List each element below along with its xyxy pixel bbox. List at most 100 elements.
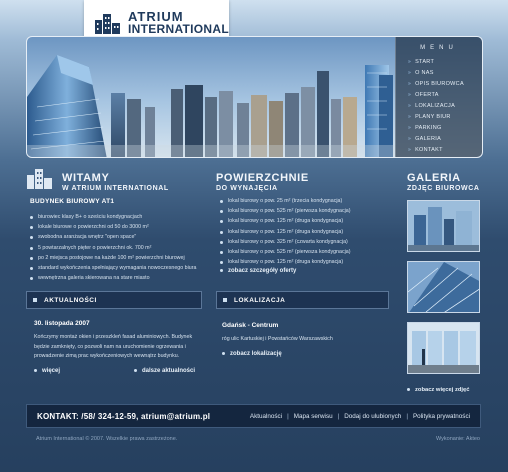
welcome-title: WITAMY xyxy=(62,172,110,184)
news-more-link[interactable]: więcej xyxy=(34,368,60,374)
list-item[interactable]: lokal biurowy o pow. 25 m² (trzecia kond… xyxy=(220,196,350,206)
building-logo-icon xyxy=(94,14,120,34)
more-photos-link[interactable]: zobacz więcej zdjęć xyxy=(407,387,469,393)
square-bullet-icon xyxy=(223,298,227,302)
footer-bar: KONTAKT: /58/ 324-12-59, atrium@atrium.p… xyxy=(26,404,481,428)
list-item[interactable]: lokal biurowy o pow. 125 m² (druga kondy… xyxy=(220,227,350,237)
menu-item-galeria[interactable]: » GALERIA xyxy=(408,134,464,145)
location-link-label: zobacz lokalizację xyxy=(230,351,282,357)
footer-separator: | xyxy=(287,412,289,420)
offices-title: POWIERZCHNIE xyxy=(216,172,309,184)
menu-item-parking[interactable]: » PARKING xyxy=(408,123,464,134)
arrow-right-icon: » xyxy=(408,136,412,142)
office-interior-image xyxy=(408,323,479,373)
menu-item-oferta[interactable]: » OFERTA xyxy=(408,90,464,101)
menu-item-opis-biurowca[interactable]: » OPIS BIUROWCA xyxy=(408,79,464,90)
copyright: Atrium International © 2007. Wszelkie pr… xyxy=(36,436,178,442)
arrow-right-icon: » xyxy=(408,81,412,87)
credit-link[interactable]: Wykonanie: Akteo xyxy=(436,436,480,442)
arrow-right-icon: » xyxy=(408,59,412,65)
footer-link-news[interactable]: Aktualności xyxy=(250,413,282,420)
footer-separator: | xyxy=(337,412,340,420)
location-bar-label: LOKALIZACJA xyxy=(234,296,286,304)
arrow-right-icon: » xyxy=(408,103,412,109)
menu-item-label: O NAS xyxy=(415,70,434,76)
offer-details-label: zobacz szczegóły oferty xyxy=(228,268,297,274)
gallery-thumbnail-2[interactable] xyxy=(407,261,480,313)
menu-item-kontakt[interactable]: » KONTAKT xyxy=(408,145,464,156)
list-item[interactable]: lokal biurowy o pow. 525 m² (pierwsza ko… xyxy=(220,206,350,216)
menu-item-label: LOKALIZACJA xyxy=(415,103,456,109)
news-text: Kończymy montaż okien i przeszkleń fasad… xyxy=(34,334,193,360)
offices-heading: POWIERZCHNIE DO WYNAJĘCIA xyxy=(216,173,309,193)
gallery-thumbnail-1[interactable] xyxy=(407,200,480,252)
gallery-thumbnail-3[interactable] xyxy=(407,322,480,374)
location-address: róg ulic Kartuskiej i Powstańców Warszaw… xyxy=(222,336,333,342)
list-item: 5 powtarzalnych pięter o powierzchni ok.… xyxy=(30,243,196,253)
arrow-right-icon: » xyxy=(408,125,412,131)
arrow-right-icon: » xyxy=(408,92,412,98)
menu-title: MENU xyxy=(420,45,458,51)
news-bar-label: AKTUALNOŚCI xyxy=(44,296,97,304)
footer-link-favorites[interactable]: Dodaj do ulubionych xyxy=(344,413,401,420)
all-news-link[interactable]: dalsze aktualności xyxy=(134,368,195,374)
building-icon xyxy=(27,169,52,189)
news-more-label: więcej xyxy=(42,368,61,374)
bullet-icon xyxy=(34,368,37,372)
footer-links: Aktualności | Mapa serwisu | Dodaj do ul… xyxy=(250,413,470,420)
gallery-title: GALERIA xyxy=(407,172,461,184)
logo-line2: INTERNATIONAL xyxy=(127,22,229,36)
main-menu: MENU » START » O NAS » OPIS BIUROWCA » OFERT… xyxy=(395,37,482,157)
list-item[interactable]: lokal biurowy o pow. 525 m² (pierwsza ko… xyxy=(220,247,350,257)
menu-item-lokalizacja[interactable]: » LOKALIZACJA xyxy=(408,101,464,112)
page: ATRIUM INTERNATIONAL MENU » START » O NA… xyxy=(0,0,508,472)
list-item: wewnętrzna galeria skierowana na stare m… xyxy=(30,273,196,283)
building-features-list: biurowiec klasy B+ o sześciu kondygnacja… xyxy=(30,212,196,283)
list-item: lokale biurowe o powierzchni od 50 do 30… xyxy=(30,222,196,232)
news-date: 30. listopada 2007 xyxy=(34,320,90,327)
list-item: swobodna aranżacja wnętrz "open space" xyxy=(30,232,196,242)
glass-facade-image xyxy=(408,262,479,312)
footer-link-privacy[interactable]: Polityka prywatności xyxy=(413,413,470,420)
menu-item-label: KONTAKT xyxy=(415,147,443,153)
square-bullet-icon xyxy=(33,298,37,302)
footer-link-sitemap[interactable]: Mapa serwisu xyxy=(294,413,333,420)
menu-item-label: PLANY BIUR xyxy=(415,114,451,120)
gallery-subtitle: ZDJĘC BIUROWCA xyxy=(407,185,480,192)
bullet-icon xyxy=(222,351,225,355)
list-item[interactable]: lokal biurowy o pow. 125 m² (druga kondy… xyxy=(220,257,350,267)
offer-details-link[interactable]: zobacz szczegóły oferty xyxy=(220,268,296,274)
towers-image xyxy=(408,201,479,251)
footer-separator: | xyxy=(406,412,408,420)
location-bar: LOKALIZACJA xyxy=(216,291,389,309)
menu-item-start[interactable]: » START xyxy=(408,57,464,68)
bullet-icon xyxy=(134,368,137,372)
welcome-heading: WITAMY W ATRIUM INTERNATIONAL xyxy=(62,173,169,193)
offices-list: lokal biurowy o pow. 25 m² (trzecia kond… xyxy=(220,196,350,267)
menu-item-label: OFERTA xyxy=(415,92,439,98)
menu-item-o-nas[interactable]: » O NAS xyxy=(408,68,464,79)
arrow-right-icon: » xyxy=(408,147,412,153)
menu-item-label: OPIS BIUROWCA xyxy=(415,81,464,87)
welcome-subtitle: W ATRIUM INTERNATIONAL xyxy=(62,185,169,192)
list-item: po 2 miejsca postojowe na każde 100 m² p… xyxy=(30,253,196,263)
list-item: biurowiec klasy B+ o sześciu kondygnacja… xyxy=(30,212,196,222)
news-bar: AKTUALNOŚCI xyxy=(26,291,202,309)
building-heading: BUDYNEK BIUROWY AT1 xyxy=(30,198,115,205)
bullet-icon xyxy=(220,268,223,272)
bullet-icon xyxy=(407,387,410,391)
more-photos-label: zobacz więcej zdjęć xyxy=(415,387,470,393)
menu-list: » START » O NAS » OPIS BIUROWCA » OFERTA » LO… xyxy=(408,57,464,156)
location-city: Gdańsk - Centrum xyxy=(222,322,279,329)
location-link[interactable]: zobacz lokalizację xyxy=(222,351,282,357)
arrow-right-icon: » xyxy=(408,70,412,76)
menu-item-plany-biur[interactable]: » PLANY BIUR xyxy=(408,112,464,123)
list-item[interactable]: lokal biurowy o pow. 325 m² (czwarta kon… xyxy=(220,237,350,247)
arrow-right-icon: » xyxy=(408,114,412,120)
list-item[interactable]: lokal biurowy o pow. 125 m² (druga kondy… xyxy=(220,216,350,226)
gallery-heading: GALERIA ZDJĘC BIUROWCA xyxy=(407,173,480,193)
menu-item-label: START xyxy=(415,59,435,65)
contact-info: KONTAKT: /58/ 324-12-59, atrium@atrium.p… xyxy=(37,411,211,421)
offices-subtitle: DO WYNAJĘCIA xyxy=(216,185,278,192)
hero-banner: MENU » START » O NAS » OPIS BIUROWCA » OFERT… xyxy=(26,36,483,158)
